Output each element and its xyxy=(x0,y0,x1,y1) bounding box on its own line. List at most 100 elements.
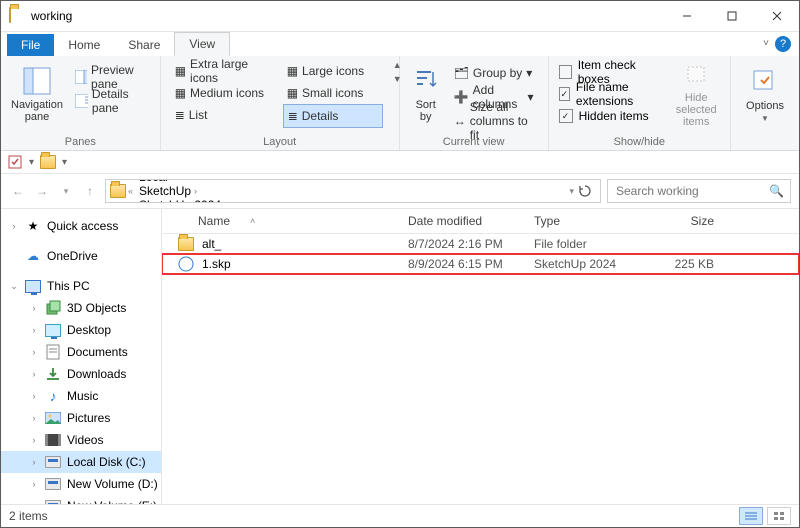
search-icon[interactable]: 🔍 xyxy=(769,184,784,198)
titlebar: working xyxy=(1,1,799,32)
breadcrumb[interactable]: « CSS›AppData›Local›SketchUp›SketchUp 20… xyxy=(105,179,601,203)
sidebar-item[interactable]: ›Videos xyxy=(1,429,161,451)
tab-share[interactable]: Share xyxy=(114,34,174,56)
col-size[interactable]: Size xyxy=(634,214,732,228)
chk-hidden-items[interactable]: ✓Hidden items xyxy=(559,106,665,126)
sidebar-item[interactable]: ›Downloads xyxy=(1,363,161,385)
sidebar-item[interactable]: ›Pictures xyxy=(1,407,161,429)
sidebar-item[interactable]: ›3D Objects xyxy=(1,297,161,319)
sidebar-drive[interactable]: ›New Volume (D:) xyxy=(1,473,161,495)
nav-up-button[interactable]: ↑ xyxy=(81,184,99,198)
help-icon[interactable]: ? xyxy=(775,36,791,52)
sidebar-item-icon xyxy=(45,410,61,426)
sidebar-drive[interactable]: ›New Volume (E:) xyxy=(1,495,161,504)
preview-pane-button[interactable]: Preview pane xyxy=(71,66,150,88)
nav-forward-button[interactable]: → xyxy=(33,184,51,198)
navigation-pane-label: Navigation pane xyxy=(11,99,63,123)
sidebar-quick-access[interactable]: ›★Quick access xyxy=(1,215,161,237)
address-dropdown-icon[interactable]: ▾ xyxy=(569,186,574,197)
folder-icon xyxy=(9,8,25,24)
breadcrumb-item[interactable]: SketchUp› xyxy=(135,184,231,198)
quick-access-icon: ★ xyxy=(25,218,41,234)
layout-sm-icons[interactable]: ▦ Small icons xyxy=(283,82,381,104)
drive-icon xyxy=(45,476,61,492)
sidebar-item-icon xyxy=(45,344,61,360)
group-label-show-hide: Show/hide xyxy=(559,134,720,148)
view-thumbnails-button[interactable] xyxy=(767,507,791,525)
layout-list[interactable]: ≣ List xyxy=(171,104,283,126)
sort-indicator-icon: ˄ xyxy=(250,216,255,226)
breadcrumb-item[interactable]: SketchUp 2024› xyxy=(135,198,231,203)
hide-selected-icon xyxy=(680,60,712,90)
layout-lg-icons[interactable]: ▦ Large icons xyxy=(283,60,381,82)
navigation-sidebar[interactable]: ›★Quick access ☁OneDrive ⌄This PC ›3D Ob… xyxy=(1,209,162,504)
chk-item-check-boxes[interactable]: Item check boxes xyxy=(559,62,665,82)
file-icon xyxy=(178,236,194,252)
sort-icon xyxy=(410,65,442,97)
sidebar-item-icon: ♪ xyxy=(45,388,61,404)
quick-access-toolbar: ▾ ▾ xyxy=(1,151,799,174)
navigation-pane-icon xyxy=(21,65,53,97)
sidebar-item[interactable]: ›♪Music xyxy=(1,385,161,407)
sidebar-item-icon xyxy=(45,366,61,382)
details-pane-button[interactable]: Details pane xyxy=(71,90,150,112)
drive-icon xyxy=(45,454,61,470)
file-list: Name ˄ Date modified Type Size alt_8/7/20… xyxy=(162,209,799,504)
close-button[interactable] xyxy=(754,1,799,31)
chk-file-extensions[interactable]: ✓File name extensions xyxy=(559,84,665,104)
sidebar-this-pc[interactable]: ⌄This PC xyxy=(1,275,161,297)
col-date[interactable]: Date modified xyxy=(408,214,534,228)
minimize-button[interactable] xyxy=(664,1,709,31)
qat-dropdown2-icon[interactable]: ▾ xyxy=(62,157,67,168)
column-headers[interactable]: Name ˄ Date modified Type Size xyxy=(162,209,799,234)
hide-selected-button[interactable]: Hide selected items xyxy=(672,60,720,128)
maximize-button[interactable] xyxy=(709,1,754,31)
refresh-icon[interactable] xyxy=(578,184,592,198)
status-text: 2 items xyxy=(9,509,48,523)
group-label-layout: Layout xyxy=(171,134,389,148)
layout-md-icons[interactable]: ▦ Medium icons xyxy=(171,82,283,104)
window-title: working xyxy=(31,9,72,23)
sidebar-item[interactable]: ›Documents xyxy=(1,341,161,363)
layout-details[interactable]: ≣ Details xyxy=(283,104,383,128)
layout-xl-icons[interactable]: ▦ Extra large icons xyxy=(171,60,283,82)
ribbon-tabs: File Home Share View ˅ ? xyxy=(1,32,799,56)
group-label-current-view: Current view xyxy=(410,134,538,148)
search-input[interactable] xyxy=(614,183,748,199)
sidebar-item-icon xyxy=(45,432,61,448)
this-pc-icon xyxy=(25,278,41,294)
ribbon-collapse-icon[interactable]: ˅ xyxy=(763,38,769,49)
size-columns-button[interactable]: ↔ Size all columns to fit xyxy=(450,110,538,132)
breadcrumb-folder-icon xyxy=(110,183,126,199)
onedrive-icon: ☁ xyxy=(25,248,41,264)
group-by-button[interactable]: 🗂 Group by ▾ xyxy=(450,62,538,84)
sidebar-item-icon xyxy=(45,322,61,338)
sidebar-item-icon xyxy=(45,300,61,316)
search-box[interactable]: 🔍 xyxy=(607,179,791,203)
view-details-button[interactable] xyxy=(739,507,763,525)
group-label-panes: Panes xyxy=(11,134,150,148)
status-bar: 2 items xyxy=(1,504,799,527)
sort-by-button[interactable]: Sort by xyxy=(410,60,442,128)
nav-recent-button[interactable]: ▾ xyxy=(57,186,75,197)
sidebar-onedrive[interactable]: ☁OneDrive xyxy=(1,245,161,267)
nav-back-button[interactable]: ← xyxy=(9,184,27,198)
file-row[interactable]: 1.skp8/9/2024 6:15 PMSketchUp 2024225 KB xyxy=(162,254,799,274)
qat-properties-icon[interactable] xyxy=(7,154,23,170)
qat-folder-icon[interactable] xyxy=(40,154,56,170)
sidebar-drive[interactable]: ›Local Disk (C:) xyxy=(1,451,161,473)
col-name[interactable]: Name xyxy=(198,214,230,228)
tab-file[interactable]: File xyxy=(7,34,54,56)
address-bar: ← → ▾ ↑ « CSS›AppData›Local›SketchUp›Ske… xyxy=(1,174,799,209)
navigation-pane-button[interactable]: Navigation pane xyxy=(11,60,63,128)
sidebar-item[interactable]: ›Desktop xyxy=(1,319,161,341)
file-row[interactable]: alt_8/7/2024 2:16 PMFile folder xyxy=(162,234,799,254)
options-icon xyxy=(749,66,781,98)
qat-dropdown-icon[interactable]: ▾ xyxy=(29,157,34,168)
col-type[interactable]: Type xyxy=(534,214,634,228)
tab-view[interactable]: View xyxy=(174,32,230,56)
options-button[interactable]: Options ▼ xyxy=(741,60,789,128)
file-icon xyxy=(178,256,194,272)
tab-home[interactable]: Home xyxy=(54,34,114,56)
drive-icon xyxy=(45,498,61,504)
